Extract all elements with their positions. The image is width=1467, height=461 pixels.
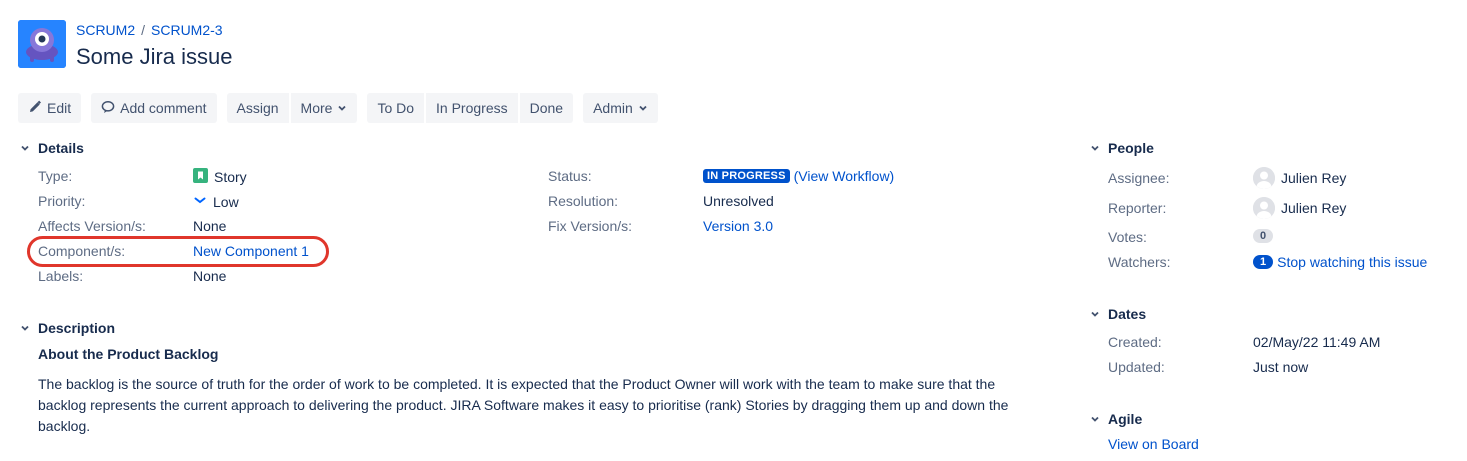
page-title: Some Jira issue bbox=[76, 44, 233, 69]
description-toggle[interactable]: Description bbox=[18, 320, 115, 336]
votes-value[interactable]: 0 bbox=[1253, 229, 1274, 243]
priority-low-icon bbox=[193, 193, 207, 210]
watchers-value: 1 Stop watching this issue bbox=[1253, 254, 1427, 270]
description-heading: Description bbox=[38, 320, 116, 336]
pencil-icon bbox=[28, 100, 42, 117]
component-value-wrap: New Component 1 bbox=[193, 243, 309, 259]
user-avatar-icon bbox=[1253, 197, 1275, 219]
dates-toggle[interactable]: Dates bbox=[1088, 306, 1146, 322]
details-toggle[interactable]: Details bbox=[18, 140, 84, 156]
done-button[interactable]: Done bbox=[519, 93, 574, 123]
more-button[interactable]: More bbox=[290, 93, 358, 123]
view-on-board-wrap: View on Board bbox=[1108, 436, 1199, 452]
issue-toolbar: Edit Add comment Assign More To Do In Pr… bbox=[18, 93, 668, 123]
reporter-value[interactable]: Julien Rey bbox=[1253, 197, 1346, 219]
story-icon bbox=[193, 168, 208, 186]
priority-label: Priority: bbox=[38, 193, 86, 209]
details-heading: Details bbox=[38, 140, 84, 156]
stop-watching-link[interactable]: Stop watching this issue bbox=[1277, 254, 1427, 270]
todo-button[interactable]: To Do bbox=[367, 93, 425, 123]
assign-group: Assign More bbox=[226, 93, 358, 123]
assignee-name: Julien Rey bbox=[1281, 170, 1347, 186]
more-label: More bbox=[300, 100, 333, 116]
breadcrumb: SCRUM2 / SCRUM2-3 bbox=[76, 22, 223, 38]
edit-group: Edit bbox=[18, 93, 82, 123]
labels-label: Labels: bbox=[38, 268, 84, 284]
description-body: The backlog is the source of truth for t… bbox=[38, 376, 1009, 434]
watchers-label: Watchers: bbox=[1108, 254, 1171, 270]
admin-label: Admin bbox=[593, 100, 633, 116]
agile-heading: Agile bbox=[1108, 411, 1143, 427]
edit-label: Edit bbox=[47, 100, 72, 116]
add-comment-button[interactable]: Add comment bbox=[91, 93, 217, 123]
admin-group: Admin bbox=[583, 93, 658, 123]
type-text: Story bbox=[214, 169, 247, 185]
affects-version-value: None bbox=[193, 218, 227, 234]
fix-version-wrap: Version 3.0 bbox=[703, 218, 773, 234]
edit-button[interactable]: Edit bbox=[18, 93, 82, 123]
resolution-label: Resolution: bbox=[548, 193, 619, 209]
type-label: Type: bbox=[38, 168, 73, 184]
component-link[interactable]: New Component 1 bbox=[193, 243, 309, 259]
comment-group: Add comment bbox=[91, 93, 217, 123]
breadcrumb-issue-link[interactable]: SCRUM2-3 bbox=[151, 22, 223, 38]
add-comment-label: Add comment bbox=[120, 100, 207, 116]
workflow-group: To Do In Progress Done bbox=[367, 93, 574, 123]
assignee-label: Assignee: bbox=[1108, 170, 1170, 186]
project-avatar-icon[interactable] bbox=[18, 20, 66, 68]
fix-version-link[interactable]: Version 3.0 bbox=[703, 218, 773, 234]
chevron-down-icon bbox=[18, 141, 32, 155]
updated-label: Updated: bbox=[1108, 359, 1165, 375]
watchers-count-badge[interactable]: 1 bbox=[1253, 255, 1274, 269]
chevron-down-icon bbox=[18, 321, 32, 335]
chevron-down-icon bbox=[337, 100, 347, 116]
type-value: Story bbox=[193, 168, 247, 186]
breadcrumb-project-link[interactable]: SCRUM2 bbox=[76, 22, 135, 38]
people-toggle[interactable]: People bbox=[1088, 140, 1154, 156]
view-on-board-link[interactable]: View on Board bbox=[1108, 436, 1199, 452]
chevron-down-icon bbox=[1088, 412, 1102, 426]
votes-count-badge: 0 bbox=[1253, 229, 1274, 243]
reporter-name: Julien Rey bbox=[1281, 200, 1347, 216]
dates-heading: Dates bbox=[1108, 306, 1147, 322]
status-label: Status: bbox=[548, 168, 592, 184]
resolution-value: Unresolved bbox=[703, 193, 774, 209]
assignee-value[interactable]: Julien Rey bbox=[1253, 167, 1346, 189]
priority-text: Low bbox=[213, 193, 239, 210]
created-value: 02/May/22 11:49 AM bbox=[1253, 334, 1381, 350]
status-badge: IN PROGRESS bbox=[703, 169, 790, 183]
people-heading: People bbox=[1108, 140, 1154, 156]
breadcrumb-separator: / bbox=[141, 22, 146, 38]
component-label: Component/s: bbox=[38, 243, 126, 259]
chevron-down-icon bbox=[1088, 307, 1102, 321]
assign-button[interactable]: Assign bbox=[226, 93, 289, 123]
comment-icon bbox=[101, 100, 115, 117]
priority-value: Low bbox=[193, 193, 239, 210]
in-progress-button[interactable]: In Progress bbox=[426, 93, 518, 123]
votes-label: Votes: bbox=[1108, 229, 1147, 245]
created-label: Created: bbox=[1108, 334, 1162, 350]
chevron-down-icon bbox=[638, 100, 648, 116]
chevron-down-icon bbox=[1088, 141, 1102, 155]
fix-version-label: Fix Version/s: bbox=[548, 218, 633, 234]
description-subheading: About the Product Backlog bbox=[38, 346, 219, 362]
labels-value: None bbox=[193, 268, 227, 284]
status-value: IN PROGRESS (View Workflow) bbox=[703, 168, 894, 184]
affects-version-label: Affects Version/s: bbox=[38, 218, 146, 234]
agile-toggle[interactable]: Agile bbox=[1088, 411, 1142, 427]
view-workflow-link[interactable]: (View Workflow) bbox=[794, 168, 895, 184]
reporter-label: Reporter: bbox=[1108, 200, 1167, 216]
user-avatar-icon bbox=[1253, 167, 1275, 189]
admin-button[interactable]: Admin bbox=[583, 93, 658, 123]
updated-value: Just now bbox=[1253, 359, 1309, 375]
